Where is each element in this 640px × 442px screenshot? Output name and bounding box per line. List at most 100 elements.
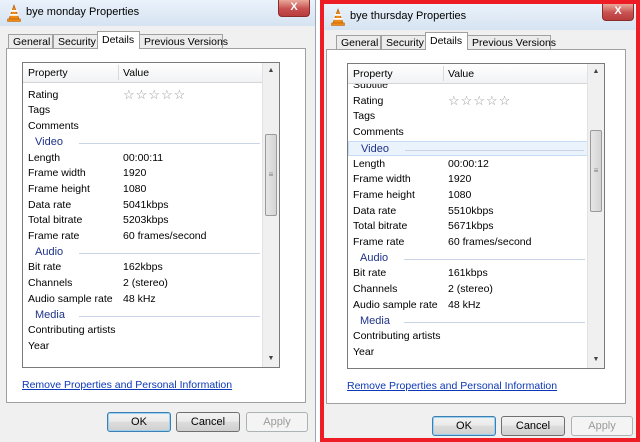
apply-button[interactable]: Apply bbox=[571, 416, 633, 436]
section-header-media[interactable]: Media bbox=[23, 308, 264, 323]
property-row[interactable]: Frame rate 60 frames/second bbox=[348, 235, 589, 250]
section-header-video[interactable]: Video bbox=[348, 140, 589, 156]
star-outline-icon[interactable]: ☆ bbox=[486, 93, 499, 108]
column-header-value[interactable]: Value bbox=[123, 67, 149, 79]
property-row[interactable]: Audio sample rate 48 kHz bbox=[348, 298, 589, 313]
scroll-up-arrow-icon[interactable]: ▲ bbox=[588, 64, 604, 80]
property-name: Tags bbox=[28, 104, 51, 117]
title-bar[interactable]: bye monday Properties X bbox=[0, 0, 315, 26]
cancel-button[interactable]: Cancel bbox=[176, 412, 240, 432]
tab-details[interactable]: Details bbox=[425, 32, 468, 50]
star-outline-icon[interactable]: ☆ bbox=[499, 93, 512, 108]
property-name: Frame height bbox=[353, 188, 415, 201]
star-outline-icon[interactable]: ☆ bbox=[161, 87, 174, 102]
property-row[interactable]: Data rate 5510kbps bbox=[348, 204, 589, 219]
section-header-media[interactable]: Media bbox=[348, 314, 589, 329]
property-row[interactable]: Frame width 1920 bbox=[23, 166, 264, 181]
column-header-value[interactable]: Value bbox=[448, 68, 474, 80]
star-outline-icon[interactable]: ☆ bbox=[136, 87, 149, 102]
close-icon: X bbox=[290, 1, 298, 13]
star-outline-icon[interactable]: ☆ bbox=[448, 93, 461, 108]
section-label: Audio bbox=[35, 245, 64, 258]
tab-security[interactable]: Security bbox=[53, 34, 98, 48]
scroll-down-arrow-icon[interactable]: ▼ bbox=[263, 351, 279, 367]
cancel-button[interactable]: Cancel bbox=[501, 416, 565, 436]
close-button[interactable]: X bbox=[602, 4, 634, 21]
rating-stars[interactable]: ☆☆☆☆☆ bbox=[123, 87, 187, 102]
property-row[interactable]: Length 00:00:11 bbox=[23, 151, 264, 166]
star-outline-icon[interactable]: ☆ bbox=[174, 87, 187, 102]
property-value: 1080 bbox=[123, 182, 147, 195]
column-divider[interactable] bbox=[443, 66, 444, 81]
property-row[interactable]: Contributing artists bbox=[348, 329, 589, 344]
property-name: Contributing artists bbox=[28, 324, 116, 337]
property-row[interactable]: Year bbox=[23, 339, 264, 354]
property-row[interactable]: Length 00:00:12 bbox=[348, 157, 589, 172]
property-value: 162kbps bbox=[123, 261, 163, 274]
property-row[interactable]: Year bbox=[348, 345, 589, 360]
vertical-scrollbar[interactable]: ▲ ≡ ▼ bbox=[587, 64, 604, 368]
apply-button[interactable]: Apply bbox=[246, 412, 308, 432]
star-outline-icon[interactable]: ☆ bbox=[473, 93, 486, 108]
property-rows: SubtitleRating☆☆☆☆☆TagsCommentsVideoLeng… bbox=[23, 83, 264, 367]
remove-properties-link[interactable]: Remove Properties and Personal Informati… bbox=[347, 380, 557, 392]
title-bar[interactable]: bye thursday Properties X bbox=[324, 4, 636, 30]
column-header-property[interactable]: Property bbox=[28, 67, 68, 79]
tab-general[interactable]: General bbox=[8, 34, 53, 48]
star-outline-icon[interactable]: ☆ bbox=[461, 93, 474, 108]
close-button[interactable]: X bbox=[278, 0, 310, 17]
vlc-cone-icon bbox=[331, 8, 345, 26]
tab-previous-versions[interactable]: Previous Versions bbox=[139, 34, 228, 48]
list-header: Property Value bbox=[348, 64, 604, 84]
property-row[interactable]: Frame height 1080 bbox=[23, 182, 264, 197]
ok-button[interactable]: OK bbox=[432, 416, 496, 436]
property-value: 161kbps bbox=[448, 267, 488, 280]
section-divider-line bbox=[79, 315, 260, 317]
remove-properties-link[interactable]: Remove Properties and Personal Informati… bbox=[22, 379, 232, 391]
rating-stars[interactable]: ☆☆☆☆☆ bbox=[448, 93, 512, 108]
tab-previous-versions[interactable]: Previous Versions bbox=[467, 35, 556, 49]
section-divider-line bbox=[404, 321, 585, 323]
column-divider[interactable] bbox=[118, 65, 119, 80]
column-header-property[interactable]: Property bbox=[353, 68, 393, 80]
property-row[interactable]: Subtitle bbox=[348, 84, 589, 93]
property-row[interactable]: Bit rate 162kbps bbox=[23, 260, 264, 275]
details-panel: Property Value SubtitleRating☆☆☆☆☆TagsCo… bbox=[326, 49, 626, 404]
property-row[interactable]: Contributing artists bbox=[23, 323, 264, 338]
tab-security[interactable]: Security bbox=[381, 35, 426, 49]
property-row[interactable]: Frame height 1080 bbox=[348, 188, 589, 203]
property-row[interactable]: Rating ☆☆☆☆☆ bbox=[23, 88, 264, 103]
star-outline-icon[interactable]: ☆ bbox=[148, 87, 161, 102]
tab-general[interactable]: General bbox=[336, 35, 381, 49]
property-row[interactable]: Tags bbox=[23, 103, 264, 118]
section-header-audio[interactable]: Audio bbox=[348, 251, 589, 266]
close-icon: X bbox=[614, 5, 622, 17]
section-header-audio[interactable]: Audio bbox=[23, 245, 264, 260]
property-row[interactable]: Rating ☆☆☆☆☆ bbox=[348, 94, 589, 109]
property-row[interactable]: Tags bbox=[348, 109, 589, 124]
section-header-video[interactable]: Video bbox=[23, 135, 264, 150]
scroll-up-arrow-icon[interactable]: ▲ bbox=[263, 63, 279, 79]
property-row[interactable]: Frame width 1920 bbox=[348, 172, 589, 187]
property-name: Subtitle bbox=[353, 84, 389, 91]
property-row[interactable]: Frame rate 60 frames/second bbox=[23, 229, 264, 244]
property-row[interactable]: Total bitrate 5203kbps bbox=[23, 213, 264, 228]
property-row[interactable]: Channels 2 (stereo) bbox=[23, 276, 264, 291]
property-row[interactable]: Bit rate 161kbps bbox=[348, 266, 589, 281]
vertical-scrollbar[interactable]: ▲ ≡ ▼ bbox=[262, 63, 279, 367]
star-outline-icon[interactable]: ☆ bbox=[123, 87, 136, 102]
ok-button[interactable]: OK bbox=[107, 412, 171, 432]
property-name: Data rate bbox=[353, 204, 397, 217]
property-list[interactable]: Property Value SubtitleRating☆☆☆☆☆TagsCo… bbox=[22, 62, 280, 368]
property-row[interactable]: Comments bbox=[23, 119, 264, 134]
scroll-down-arrow-icon[interactable]: ▼ bbox=[588, 352, 604, 368]
property-row[interactable]: Data rate 5041kbps bbox=[23, 198, 264, 213]
scrollbar-thumb[interactable]: ≡ bbox=[265, 134, 277, 216]
property-row[interactable]: Comments bbox=[348, 125, 589, 140]
tab-details[interactable]: Details bbox=[97, 31, 140, 49]
property-row[interactable]: Audio sample rate 48 kHz bbox=[23, 292, 264, 307]
property-list[interactable]: Property Value SubtitleRating☆☆☆☆☆TagsCo… bbox=[347, 63, 605, 369]
property-row[interactable]: Channels 2 (stereo) bbox=[348, 282, 589, 297]
property-row[interactable]: Total bitrate 5671kbps bbox=[348, 219, 589, 234]
scrollbar-thumb[interactable]: ≡ bbox=[590, 130, 602, 212]
